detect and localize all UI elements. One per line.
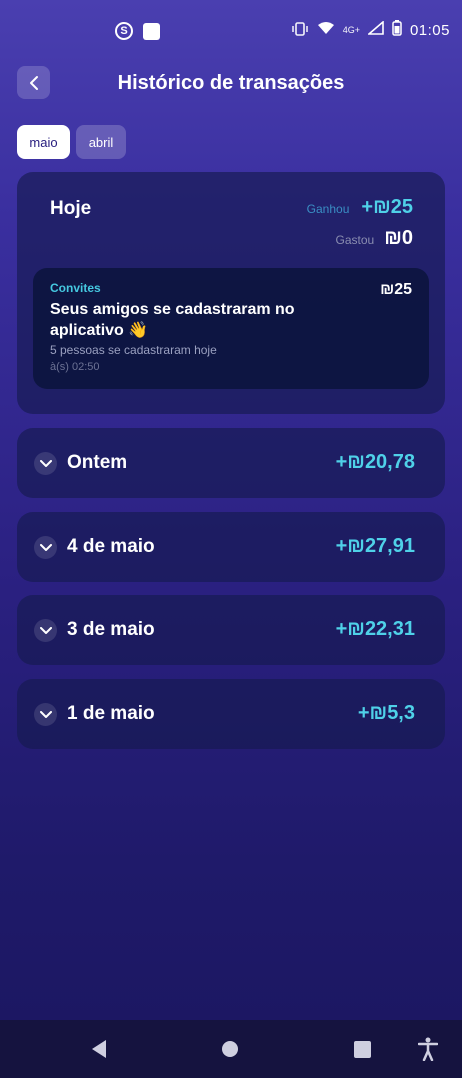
status-bar: S 4G+ 01:05 <box>0 0 462 64</box>
coin-s-icon: S <box>115 22 133 40</box>
day-amount: 22,31 <box>364 618 415 640</box>
nav-home-icon[interactable] <box>222 1041 238 1057</box>
coin-icon: ₪ <box>369 702 388 724</box>
header: Histórico de transações <box>0 66 462 102</box>
coin-icon: ₪ <box>384 227 402 249</box>
tab-maio[interactable]: maio <box>17 125 70 159</box>
transaction-item[interactable]: Convites ₪25 Seus amigos se cadastraram … <box>33 268 429 389</box>
spent-amount: 0 <box>401 227 413 249</box>
earned-value: +₪25 <box>361 196 413 218</box>
chevron-down-icon <box>34 452 57 475</box>
day-value: +₪27,91 <box>335 535 415 557</box>
coin-icon: ₪ <box>380 281 395 298</box>
today-title: Hoje <box>50 198 92 219</box>
earned-label: Ganhou <box>306 202 350 216</box>
transaction-amount-value: 25 <box>394 281 412 298</box>
coin-icon: ₪ <box>373 196 391 218</box>
earned-amount: 25 <box>390 196 413 218</box>
day-row-3-maio[interactable]: 3 de maio +₪22,31 <box>17 595 445 665</box>
coin-icon: ₪ <box>347 618 365 640</box>
day-label: 4 de maio <box>67 536 155 557</box>
spent-value: ₪0 <box>384 227 413 250</box>
nav-back-icon[interactable] <box>90 1039 108 1064</box>
transaction-time: à(s) 02:50 <box>50 361 100 373</box>
tab-abril[interactable]: abril <box>76 125 126 159</box>
chevron-down-icon <box>34 703 57 726</box>
nav-recents-icon[interactable] <box>354 1041 371 1058</box>
coin-icon: ₪ <box>347 535 365 557</box>
clock-time: 01:05 <box>409 21 450 39</box>
vibrate-icon <box>291 21 309 39</box>
coin-icon: ₪ <box>347 451 365 473</box>
battery-icon <box>392 20 402 40</box>
chevron-down-icon <box>34 619 57 642</box>
notification-square-icon <box>143 22 160 40</box>
transaction-description: 5 pessoas se cadastraram hoje <box>50 343 217 357</box>
month-tabs: maio abril <box>17 125 126 159</box>
day-value: +₪5,3 <box>357 702 415 724</box>
day-amount: 20,78 <box>364 451 415 473</box>
signal-icon <box>366 20 384 39</box>
today-card: Hoje Ganhou +₪25 Gastou ₪0 Convites ₪25 … <box>17 172 445 414</box>
chevron-down-icon <box>34 536 57 559</box>
network-type-label: 4G+ <box>342 25 360 35</box>
day-label: 1 de maio <box>67 703 155 724</box>
spent-summary: Gastou ₪0 <box>335 227 413 250</box>
day-row-4-maio[interactable]: 4 de maio +₪27,91 <box>17 512 445 582</box>
accessibility-icon[interactable] <box>417 1037 439 1066</box>
transaction-category: Convites <box>50 281 101 295</box>
day-amount: 5,3 <box>387 702 415 724</box>
day-label: Ontem <box>67 452 128 473</box>
page-title: Histórico de transações <box>117 72 345 94</box>
spent-label: Gastou <box>335 233 375 247</box>
transaction-title: Seus amigos se cadastraram no aplicativo… <box>50 301 295 339</box>
day-row-ontem[interactable]: Ontem +₪20,78 <box>17 428 445 498</box>
day-value: +₪20,78 <box>335 451 415 473</box>
earned-summary: Ganhou +₪25 <box>307 196 413 219</box>
transaction-amount: ₪25 <box>380 281 412 299</box>
day-amount: 27,91 <box>364 535 415 557</box>
day-label: 3 de maio <box>67 619 155 640</box>
day-value: +₪22,31 <box>335 618 415 640</box>
system-nav-bar <box>0 1020 462 1078</box>
day-row-1-maio[interactable]: 1 de maio +₪5,3 <box>17 679 445 749</box>
wifi-icon <box>317 21 335 39</box>
